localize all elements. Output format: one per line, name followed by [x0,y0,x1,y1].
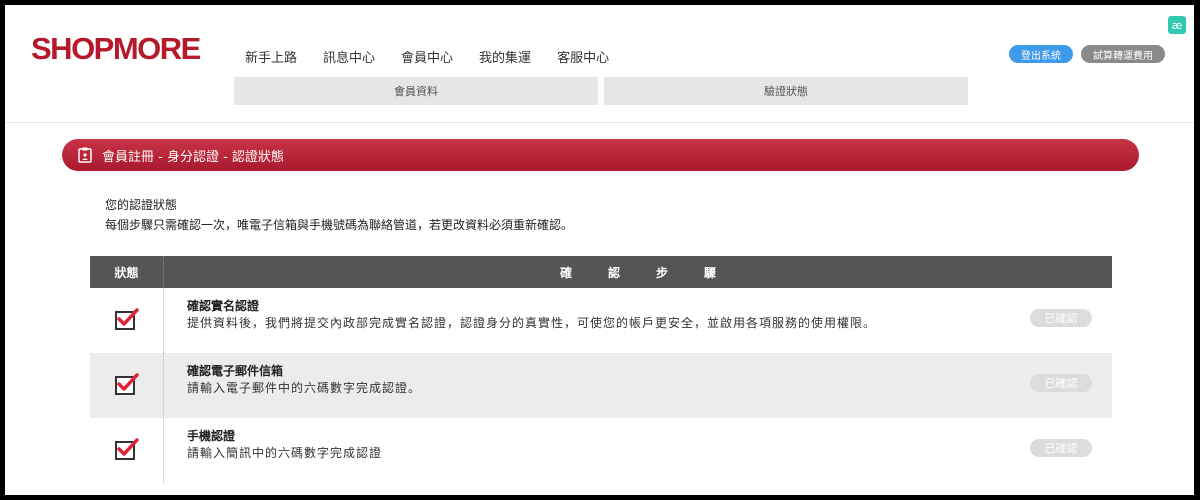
confirmed-badge: 已確認 [1030,439,1092,457]
member-subtabs: 會員資料 驗證狀態 [234,77,968,105]
nav-item-message-center[interactable]: 訊息中心 [323,47,375,66]
step-cell: 確認實名認證 提供資料後，我們將提交內政部完成實名認證，認證身分的真實性，可使您… [164,288,1112,353]
step-description: 請輸入簡訊中的六碼數字完成認證 [187,446,383,460]
intro-note: 每個步驟只需確認一次，唯電子信箱與手機號碼為聯絡管道，若更改資料必須重新確認。 [105,218,574,232]
site-header: SHOPMORE 新手上路 訊息中心 會員中心 我的集運 客服中心 會員資料 驗… [5,5,1194,123]
clipboard-icon [78,147,92,163]
table-row: 手機認證 請輸入簡訊中的六碼數字完成認證 已確認 [90,418,1112,483]
nav-item-customer-service[interactable]: 客服中心 [557,47,609,66]
header-steps: 確認步驟 [559,265,752,280]
step-description: 請輸入電子郵件中的六碼數字完成認證。 [187,381,422,395]
nav-item-beginner-guide[interactable]: 新手上路 [245,47,297,66]
nav-item-member-center[interactable]: 會員中心 [401,47,453,66]
intro-text: 您的認證狀態 每個步驟只需確認一次，唯電子信箱與手機號碼為聯絡管道，若更改資料必… [105,195,573,235]
status-cell [90,353,164,418]
checked-checkbox-icon [114,372,139,399]
main-nav: 新手上路 訊息中心 會員中心 我的集運 客服中心 [245,47,635,66]
verification-table: 狀態 確認步驟 確認實名認證 提供資料後，我們將提交內政部完成實名認證，認證身分… [90,256,1112,483]
subtab-member-data[interactable]: 會員資料 [234,77,598,105]
status-cell [90,418,164,483]
page-frame: SHOPMORE 新手上路 訊息中心 會員中心 我的集運 客服中心 會員資料 驗… [5,5,1194,495]
table-row: 確認電子郵件信箱 請輸入電子郵件中的六碼數字完成認證。 已確認 [90,353,1112,418]
checked-checkbox-icon [114,307,139,334]
step-cell: 手機認證 請輸入簡訊中的六碼數字完成認證 已確認 [164,418,1112,483]
step-cell: 確認電子郵件信箱 請輸入電子郵件中的六碼數字完成認證。 已確認 [164,353,1112,418]
step-title: 確認實名認證 [187,299,260,313]
step-description: 提供資料後，我們將提交內政部完成實名認證，認證身分的真實性，可使您的帳戶更安全，… [187,316,877,330]
confirmed-badge: 已確認 [1030,309,1092,327]
nav-item-my-shipping[interactable]: 我的集運 [479,47,531,66]
logout-button[interactable]: 登出系統 [1009,45,1073,63]
table-header: 狀態 確認步驟 [90,256,1112,288]
intro-heading: 您的認證狀態 [105,198,178,212]
step-title: 確認電子郵件信箱 [187,364,284,378]
header-status: 狀態 [90,256,164,288]
subtab-verification-status[interactable]: 驗證狀態 [604,77,968,105]
shopmore-logo[interactable]: SHOPMORE [31,31,201,67]
checked-checkbox-icon [114,437,139,464]
status-cell [90,288,164,353]
step-title: 手機認證 [187,429,236,443]
shipping-calculator-button[interactable]: 試算轉運費用 [1081,45,1165,63]
confirmed-badge: 已確認 [1030,374,1092,392]
page-title: 會員註冊 - 身分認證 - 認證狀態 [102,149,284,165]
page-title-banner: 會員註冊 - 身分認證 - 認證狀態 [62,139,1139,171]
table-row: 確認實名認證 提供資料後，我們將提交內政部完成實名認證，認證身分的真實性，可使您… [90,288,1112,353]
ae-extension-icon[interactable]: æ [1168,16,1186,34]
